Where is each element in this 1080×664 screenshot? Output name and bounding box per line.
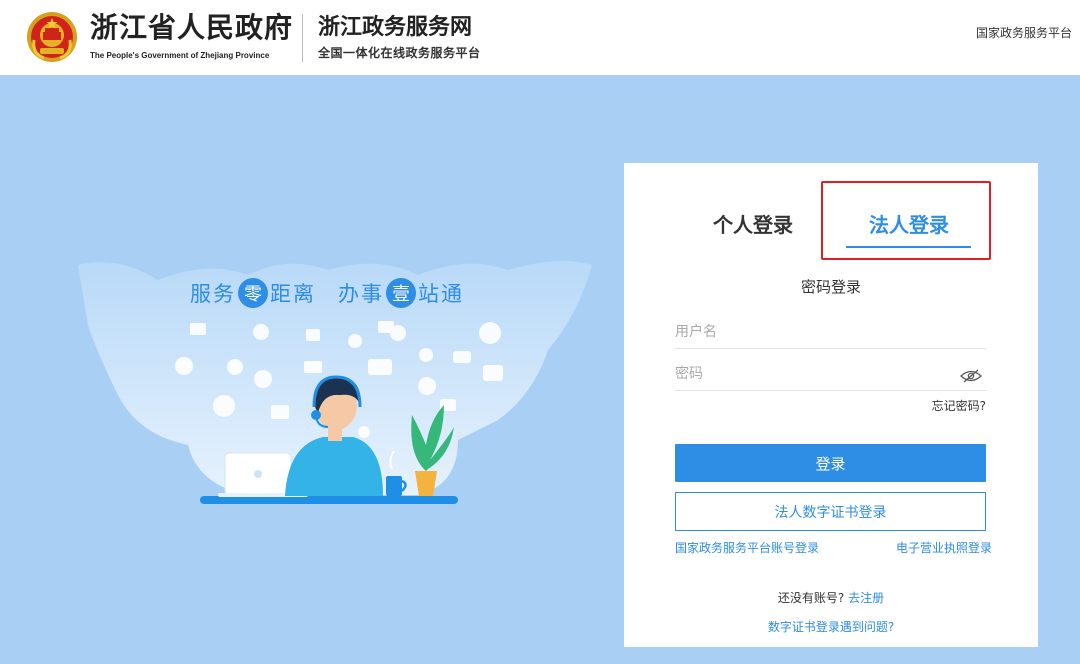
slogan-text-3: 办事 [338,282,384,306]
no-account-text: 还没有账号? [777,591,845,605]
avatar-icon [227,359,243,375]
chat-bubble-icon-2 [254,370,272,388]
forgot-password-link[interactable]: 忘记密码? [932,397,986,414]
site-name: 浙江政务服务网 [318,14,473,40]
cert-problem-link[interactable]: 数字证书登录遇到问题? [624,618,1038,635]
password-input[interactable] [675,363,955,385]
username-field [675,313,986,349]
chat-dots-icon [175,357,193,375]
message-icon [306,329,320,341]
user-icon [390,325,406,341]
chat-icon [190,323,206,335]
top-header: 浙江省人民政府 The People's Government of Zheji… [0,0,1080,75]
slogan-badge-zero: 零 [238,278,268,308]
tab-highlight-box [821,181,991,260]
eye-slash-icon[interactable] [960,369,982,383]
message-icon-2 [453,351,471,363]
laptop-logo [254,470,262,478]
password-field [675,355,986,391]
slogan-text-4: 站通 [418,282,464,306]
gov-name-en: The People's Government of Zhejiang Prov… [90,51,270,60]
password-login-label: 密码登录 [800,278,861,296]
login-panel: 个人登录 法人登录 密码登录 忘记密码? 登录 法人数字证书登录 国家政务服务平… [624,163,1038,647]
cert-login-button[interactable]: 法人数字证书登录 [675,492,986,531]
desk [200,496,458,504]
heart-icon [358,426,370,438]
national-platform-link[interactable]: 国家政务服务平台 [976,24,1072,41]
login-button[interactable]: 登录 [675,444,986,482]
message-icon-3 [483,365,503,381]
national-account-login-link[interactable]: 国家政务服务平台账号登录 [675,539,819,556]
gov-name: 浙江省人民政府 [90,11,294,44]
mail-icon-2 [304,361,322,373]
slogan-text-2: 距离 [270,282,316,306]
person-icon [479,322,501,344]
chat-lines-icon [368,359,392,375]
chat-bubble-icon-3 [418,377,436,395]
tab-personal-login[interactable]: 个人登录 [713,209,793,237]
chat-bubble-icon [253,324,269,340]
mug [386,476,402,496]
phone-icon [419,348,433,362]
phone-call-icon [213,395,235,417]
business-license-login-link[interactable]: 电子营业执照登录 [896,539,992,556]
slogan-text-1: 服务 [190,282,236,306]
question-icon [348,334,362,348]
national-emblem-icon [27,12,77,62]
header-divider [302,14,303,62]
username-input[interactable] [675,321,955,343]
chat-small-icon [271,405,289,419]
register-link[interactable]: 去注册 [848,591,884,605]
slogan: 服务 零 距离 办事 壹 站通 [190,276,464,310]
slogan-badge-one: 壹 [386,278,416,308]
no-account-row: 还没有账号? 去注册 [624,589,1038,606]
site-subtitle: 全国一体化在线政务服务平台 [318,46,481,60]
